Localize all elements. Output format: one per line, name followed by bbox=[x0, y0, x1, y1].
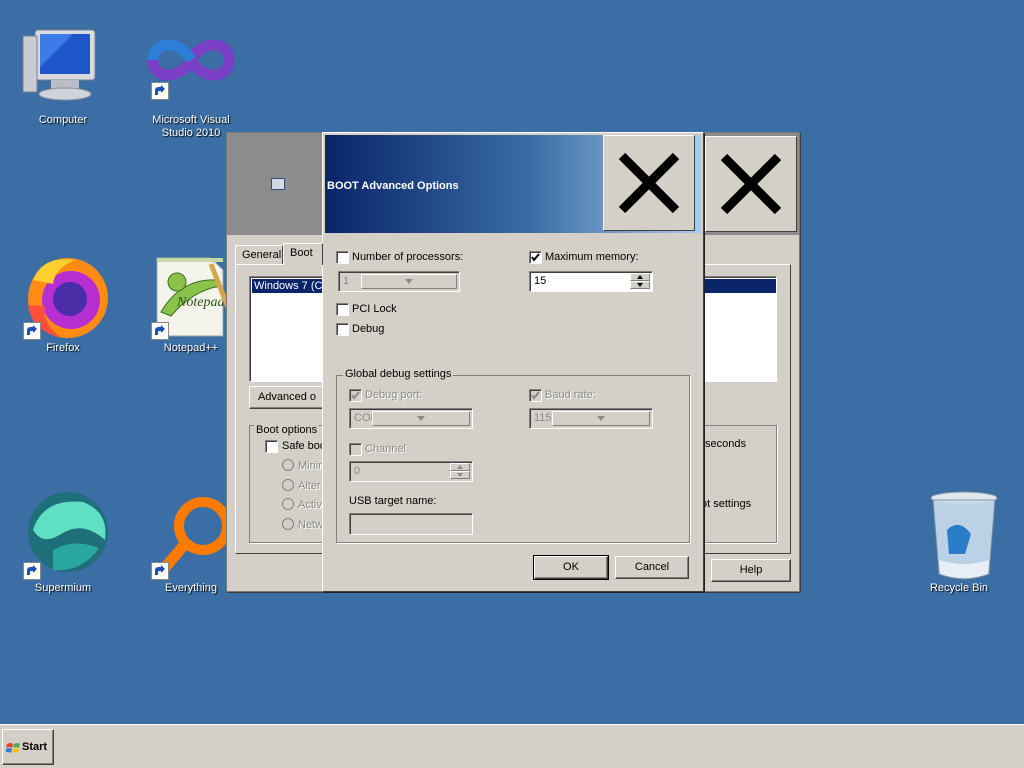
boot-advanced-options-dialog: BOOT Advanced Options Number of processo… bbox=[322, 132, 704, 592]
advanced-options-button[interactable]: Advanced o bbox=[249, 386, 325, 409]
channel-input[interactable]: 0 bbox=[349, 461, 473, 482]
boot-options-label: Boot options bbox=[254, 424, 320, 436]
safe-boot-option-label: Alter bbox=[298, 480, 321, 492]
maximum-memory-label: Maximum memory: bbox=[545, 251, 639, 263]
cancel-button[interactable]: Cancel bbox=[615, 556, 689, 579]
checkmark-icon bbox=[351, 391, 360, 400]
help-button[interactable]: Help bbox=[711, 559, 791, 582]
close-button[interactable] bbox=[705, 136, 797, 232]
arrow-down-icon bbox=[457, 473, 463, 477]
dropdown-button[interactable] bbox=[552, 411, 650, 426]
spin-up-button[interactable] bbox=[450, 463, 470, 471]
safe-boot-option-label: Netw bbox=[298, 519, 324, 531]
taskbar: Start bbox=[0, 724, 1024, 768]
maximum-memory-input[interactable]: 15 bbox=[529, 271, 653, 292]
os-list-item-label: Windows 7 (C: bbox=[254, 280, 326, 292]
baud-rate-value: 115 bbox=[534, 412, 552, 424]
desktop-icon-recycle-bin[interactable]: Recycle Bin bbox=[904, 490, 1014, 595]
spin-down-button[interactable] bbox=[630, 281, 650, 289]
chevron-down-icon bbox=[597, 416, 605, 421]
firefox-icon bbox=[13, 250, 113, 340]
windows-logo-icon bbox=[6, 743, 20, 753]
desktop-icon-label: Recycle Bin bbox=[929, 582, 989, 594]
arrow-down-icon bbox=[637, 283, 643, 287]
checkmark-icon bbox=[531, 391, 540, 400]
channel-value: 0 bbox=[354, 465, 361, 477]
baud-rate-label: Baud rate: bbox=[545, 389, 596, 401]
usb-target-name-label: USB target name: bbox=[349, 495, 437, 507]
number-of-processors-label: Number of processors: bbox=[352, 251, 464, 263]
shortcut-arrow-icon bbox=[151, 322, 169, 340]
tab-general[interactable]: General bbox=[235, 245, 283, 265]
number-of-processors-checkbox[interactable] bbox=[336, 251, 349, 264]
recycle-bin-icon bbox=[909, 490, 1009, 580]
debug-label: Debug bbox=[352, 323, 385, 335]
desktop-icon-supermium[interactable]: Supermium bbox=[8, 490, 118, 595]
tab-boot[interactable]: Boot bbox=[283, 243, 323, 265]
spin-up-button[interactable] bbox=[630, 273, 650, 281]
close-icon bbox=[618, 152, 680, 214]
number-of-processors-value: 1 bbox=[343, 275, 350, 287]
desktop-icon-visual-studio[interactable]: Microsoft Visual Studio 2010 bbox=[136, 22, 246, 140]
maximum-memory-value: 15 bbox=[534, 275, 547, 287]
safe-boot-radio-network[interactable] bbox=[282, 518, 294, 530]
shortcut-arrow-icon bbox=[151, 82, 169, 100]
ok-button[interactable]: OK bbox=[533, 555, 609, 580]
desktop-icon-label: Firefox bbox=[46, 342, 80, 354]
system-configuration-icon bbox=[271, 178, 285, 190]
permanent-settings-label: ot settings bbox=[701, 498, 752, 510]
chevron-down-icon bbox=[405, 279, 413, 284]
debug-checkbox[interactable] bbox=[336, 323, 349, 336]
maximum-memory-checkbox[interactable] bbox=[529, 251, 542, 264]
safe-boot-checkbox[interactable] bbox=[265, 440, 278, 453]
svg-text:Notepad: Notepad bbox=[176, 295, 225, 310]
debug-port-checkbox[interactable] bbox=[349, 389, 362, 402]
baud-rate-select[interactable]: 115 bbox=[529, 408, 653, 429]
computer-icon bbox=[13, 22, 113, 112]
shortcut-arrow-icon bbox=[151, 562, 169, 580]
channel-label: Channel bbox=[365, 443, 406, 455]
dialog-title: BOOT Advanced Options bbox=[327, 180, 459, 192]
pci-lock-label: PCI Lock bbox=[352, 303, 397, 315]
timeout-unit-label: seconds bbox=[705, 438, 746, 450]
start-label: Start bbox=[22, 741, 48, 753]
shortcut-arrow-icon bbox=[23, 562, 41, 580]
global-debug-settings-label: Global debug settings bbox=[343, 368, 454, 380]
safe-boot-option-label: Activ bbox=[298, 499, 322, 511]
visual-studio-icon bbox=[141, 22, 241, 112]
channel-checkbox[interactable] bbox=[349, 443, 362, 456]
checkmark-icon bbox=[531, 253, 540, 262]
desktop-icon-firefox[interactable]: Firefox bbox=[8, 250, 118, 355]
dropdown-button[interactable] bbox=[372, 411, 470, 426]
close-icon bbox=[720, 153, 782, 215]
dropdown-button[interactable] bbox=[361, 274, 457, 289]
spin-down-button[interactable] bbox=[450, 471, 470, 479]
chevron-down-icon bbox=[417, 416, 425, 421]
debug-port-select[interactable]: COM bbox=[349, 408, 473, 429]
safe-boot-radio-alternate[interactable] bbox=[282, 479, 294, 491]
safe-boot-label: Safe boo bbox=[282, 440, 327, 452]
pci-lock-checkbox[interactable] bbox=[336, 303, 349, 316]
number-of-processors-select[interactable]: 1 bbox=[338, 271, 460, 292]
start-button[interactable]: Start bbox=[2, 729, 54, 765]
arrow-up-icon bbox=[637, 275, 643, 279]
debug-port-label: Debug port: bbox=[365, 389, 423, 401]
desktop-icon-label: Computer bbox=[38, 114, 88, 126]
shortcut-arrow-icon bbox=[23, 322, 41, 340]
supermium-icon bbox=[13, 490, 113, 580]
dialog-close-button[interactable] bbox=[603, 135, 695, 231]
desktop-icon-computer[interactable]: Computer bbox=[8, 22, 118, 127]
arrow-up-icon bbox=[457, 465, 463, 469]
safe-boot-radio-active[interactable] bbox=[282, 498, 294, 510]
dialog-title-bar[interactable]: BOOT Advanced Options bbox=[325, 135, 701, 233]
baud-rate-checkbox[interactable] bbox=[529, 389, 542, 402]
desktop-icon-label: Supermium bbox=[34, 582, 92, 594]
usb-target-name-input[interactable] bbox=[349, 513, 473, 535]
safe-boot-radio-minimal[interactable] bbox=[282, 459, 294, 471]
